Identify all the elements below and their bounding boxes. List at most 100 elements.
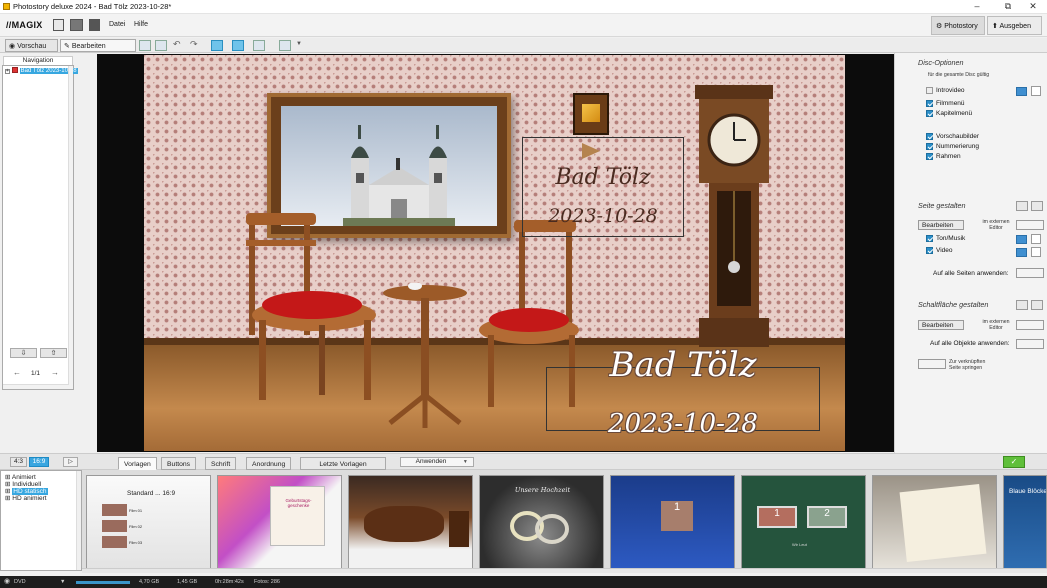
- remove-icon[interactable]: [1031, 300, 1043, 310]
- expand-icon[interactable]: +: [5, 68, 10, 74]
- video-checkbox[interactable]: [926, 247, 933, 254]
- horizontal-scrollbar[interactable]: [3, 384, 69, 389]
- grid-tool-icon[interactable]: [279, 40, 291, 51]
- caption-date[interactable]: 2023-10-28: [522, 205, 684, 227]
- chevron-down-icon[interactable]: ▼: [60, 579, 65, 585]
- video-option[interactable]: Video: [926, 247, 953, 254]
- rahmen-checkbox[interactable]: [926, 153, 933, 160]
- horizontal-scrollbar[interactable]: [82, 568, 1047, 573]
- ton-musik-checkbox[interactable]: [926, 235, 933, 242]
- tab-buttons[interactable]: Buttons: [161, 457, 197, 470]
- link-tool-icon[interactable]: [232, 40, 244, 51]
- caption-title[interactable]: Bad Tölz: [522, 165, 684, 190]
- tab-vorlagen[interactable]: Vorlagen: [118, 457, 157, 470]
- list-item[interactable]: ⊞ HD animiert: [5, 494, 47, 502]
- main-date[interactable]: 2023-10-28: [546, 409, 820, 439]
- template-category-list[interactable]: ⊞ Animiert ⊞ Individuell ⊞ HD statisch ⊞…: [0, 470, 82, 571]
- schalt-bearbeiten-button[interactable]: Bearbeiten: [918, 320, 964, 330]
- new-file-icon[interactable]: [53, 19, 64, 31]
- distribute-icon[interactable]: [155, 40, 167, 51]
- ausgeben-button[interactable]: ⬆ Ausgeben: [987, 16, 1042, 35]
- rahmen-option[interactable]: Rahmen: [926, 153, 961, 160]
- seite-bearbeiten-button[interactable]: Bearbeiten: [918, 220, 964, 230]
- menu-bar: //MAGIX Datei Hilfe ⚙ Photostory ⬆ Ausge…: [0, 14, 1047, 37]
- apply-all-objects-button[interactable]: [1016, 339, 1044, 349]
- play-icon[interactable]: [582, 143, 600, 159]
- introvideo-option[interactable]: Introvideo: [926, 87, 965, 94]
- bearbeiten-mode-button[interactable]: ✎ Bearbeiten: [60, 39, 136, 52]
- nummerierung-option[interactable]: Nummerierung: [926, 143, 979, 150]
- template-gallery[interactable]: Standard ... 16:9 Film 01 Film 02 Film 0…: [82, 470, 1047, 573]
- anwenden-dropdown[interactable]: Anwenden ▼: [400, 457, 474, 467]
- vorschaubilder-option[interactable]: Vorschaubilder: [926, 133, 979, 140]
- filmmenu-checkbox[interactable]: [926, 100, 933, 107]
- tab-schrift[interactable]: Schrift: [205, 457, 237, 470]
- apply-all-pages-button[interactable]: [1016, 268, 1044, 278]
- close-icon[interactable]: ✕: [1018, 1, 1047, 12]
- link-jump-button[interactable]: [918, 359, 946, 369]
- folder-icon[interactable]: [1016, 235, 1027, 244]
- ratio-16-9-button[interactable]: 16:9: [29, 457, 49, 467]
- move-up-button[interactable]: ⇧: [40, 348, 67, 358]
- navigation-panel: Navigation + Bad Tölz 2023-10-28 ⇩ ⇧ ← 1…: [0, 53, 82, 453]
- menu-datei[interactable]: Datei: [109, 21, 125, 28]
- kapitelmenu-checkbox[interactable]: [926, 110, 933, 117]
- open-folder-icon[interactable]: [70, 19, 83, 31]
- menu-hilfe[interactable]: Hilfe: [134, 21, 148, 28]
- folder-icon[interactable]: [1016, 248, 1027, 257]
- template-thumb-geburtstag[interactable]: Geburtstags-geschenke: [217, 475, 342, 569]
- item-checkbox[interactable]: [11, 67, 18, 73]
- nav-tree-item[interactable]: + Bad Tölz 2023-10-28: [5, 67, 78, 74]
- mode-toolbar: ◉ Vorschau ✎ Bearbeiten ↶ ↷ ▼: [0, 38, 1047, 53]
- remove-icon[interactable]: [1031, 201, 1043, 211]
- select-tool-icon[interactable]: [211, 40, 223, 51]
- chevron-down-icon[interactable]: ▼: [463, 459, 468, 465]
- template-thumb-torte[interactable]: [348, 475, 473, 569]
- main-title[interactable]: Bad Tölz: [546, 345, 820, 385]
- align-icon[interactable]: [139, 40, 151, 51]
- navigation-tree[interactable]: + Bad Tölz 2023-10-28: [2, 65, 78, 390]
- tab-letzte-vorlagen[interactable]: Letzte Vorlagen: [300, 457, 386, 470]
- filmmenu-option[interactable]: Filmmenü: [926, 100, 965, 107]
- grandfather-clock: [695, 85, 773, 347]
- prev-page-icon[interactable]: ←: [13, 368, 21, 377]
- introvideo-checkbox[interactable]: [926, 87, 933, 94]
- play-icon[interactable]: [1031, 86, 1041, 96]
- add-icon[interactable]: [1016, 300, 1028, 310]
- ton-musik-option[interactable]: Ton/Musik: [926, 235, 965, 242]
- ratio-4-3-button[interactable]: 4:3: [10, 457, 27, 467]
- add-icon[interactable]: [1016, 201, 1028, 211]
- minimize-icon[interactable]: –: [962, 1, 992, 11]
- folder-icon[interactable]: [1016, 87, 1027, 96]
- template-thumb-blaue-bloecke[interactable]: Blaue Blöcke: [1003, 475, 1047, 569]
- frame-tool-icon[interactable]: [253, 40, 265, 51]
- confirm-button[interactable]: ✓: [1003, 456, 1025, 468]
- template-thumb-blau[interactable]: 1: [610, 475, 735, 569]
- disc-type[interactable]: DVD: [14, 579, 26, 585]
- play-icon[interactable]: [1031, 234, 1041, 244]
- vertical-scrollbar[interactable]: [76, 471, 81, 570]
- photostory-button[interactable]: ⚙ Photostory: [931, 16, 985, 35]
- play-icon[interactable]: [1031, 247, 1041, 257]
- vorschaubilder-checkbox[interactable]: [926, 133, 933, 140]
- template-thumb-standard[interactable]: Standard ... 16:9 Film 01 Film 02 Film 0…: [86, 475, 211, 569]
- external-editor-button[interactable]: [1016, 220, 1044, 230]
- kapitelmenu-option[interactable]: Kapitelmenü: [926, 110, 972, 117]
- template-thumb-gruen[interactable]: 1 2 Wir Leut: [741, 475, 866, 569]
- menu-preview[interactable]: Bad Tölz 2023-10-28 Bad Tölz 2023-10-28: [97, 54, 894, 452]
- chapter-thumbnail-icon[interactable]: [573, 93, 609, 135]
- template-thumb-notiz[interactable]: [872, 475, 997, 569]
- tab-anordnung[interactable]: Anordnung: [246, 457, 292, 470]
- external-editor-button[interactable]: [1016, 320, 1044, 330]
- expand-icon[interactable]: ▷: [63, 457, 78, 467]
- undo-icon[interactable]: ↶: [173, 39, 185, 50]
- chevron-down-icon[interactable]: ▼: [296, 41, 302, 47]
- nummerierung-checkbox[interactable]: [926, 143, 933, 150]
- move-down-button[interactable]: ⇩: [10, 348, 37, 358]
- save-icon[interactable]: [89, 19, 100, 31]
- vertical-scrollbar[interactable]: [68, 66, 73, 389]
- redo-icon[interactable]: ↷: [190, 39, 202, 50]
- next-page-icon[interactable]: →: [51, 368, 59, 377]
- template-thumb-hochzeit[interactable]: Unsere Hochzeit: [479, 475, 604, 569]
- vorschau-button[interactable]: ◉ Vorschau: [5, 39, 58, 52]
